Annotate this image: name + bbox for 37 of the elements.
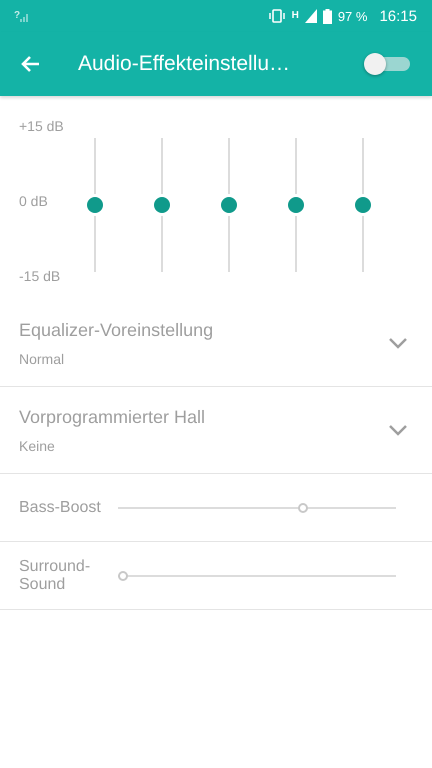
band-slider[interactable] <box>218 138 240 272</box>
slider-thumb[interactable] <box>288 197 304 213</box>
chevron-down-icon <box>388 424 408 436</box>
slider-track[interactable] <box>118 570 396 580</box>
slider-thumb[interactable] <box>87 197 103 213</box>
network-type-mark: H <box>292 11 299 21</box>
scale-label: +15 dB <box>19 118 65 134</box>
vibrate-icon <box>268 9 286 23</box>
setting-title: Bass-Boost <box>19 498 102 516</box>
cell-signal-icon <box>304 9 317 23</box>
slider-thumb[interactable] <box>298 502 308 512</box>
slider-thumb[interactable] <box>355 197 371 213</box>
screen-title: Audio-Effekteinstellu… <box>78 52 292 76</box>
chevron-down-icon <box>388 337 408 349</box>
setting-title: Surround-Sound <box>19 558 92 594</box>
effects-toggle[interactable] <box>364 52 412 76</box>
scale-label: 0 dB <box>19 193 49 209</box>
battery-icon <box>322 8 332 24</box>
clock-time: 16:15 <box>379 8 417 24</box>
battery-level: 97 % <box>338 8 368 24</box>
settings-dropdown[interactable]: Vorprogrammierter Hall Keine <box>0 387 432 474</box>
band-slider[interactable] <box>285 138 307 272</box>
setting-value: Keine <box>19 438 56 454</box>
scale-label: -15 dB <box>19 268 62 284</box>
band-slider[interactable] <box>352 138 374 272</box>
band-slider[interactable] <box>151 138 173 272</box>
settings-dropdown[interactable]: Equalizer-Voreinstellung Normal <box>0 300 432 387</box>
back-arrow-icon <box>20 55 40 73</box>
setting-title: Equalizer-Voreinstellung <box>19 320 214 340</box>
slider-track[interactable] <box>118 502 396 512</box>
band-slider[interactable] <box>84 138 106 272</box>
slider-thumb[interactable] <box>154 197 170 213</box>
setting-title: Vorprogrammierter Hall <box>19 406 206 428</box>
setting-value: Normal <box>19 350 66 366</box>
slider-thumb[interactable] <box>118 570 128 580</box>
slider-thumb[interactable] <box>221 197 237 213</box>
signal-question-mark: ? <box>14 10 20 20</box>
